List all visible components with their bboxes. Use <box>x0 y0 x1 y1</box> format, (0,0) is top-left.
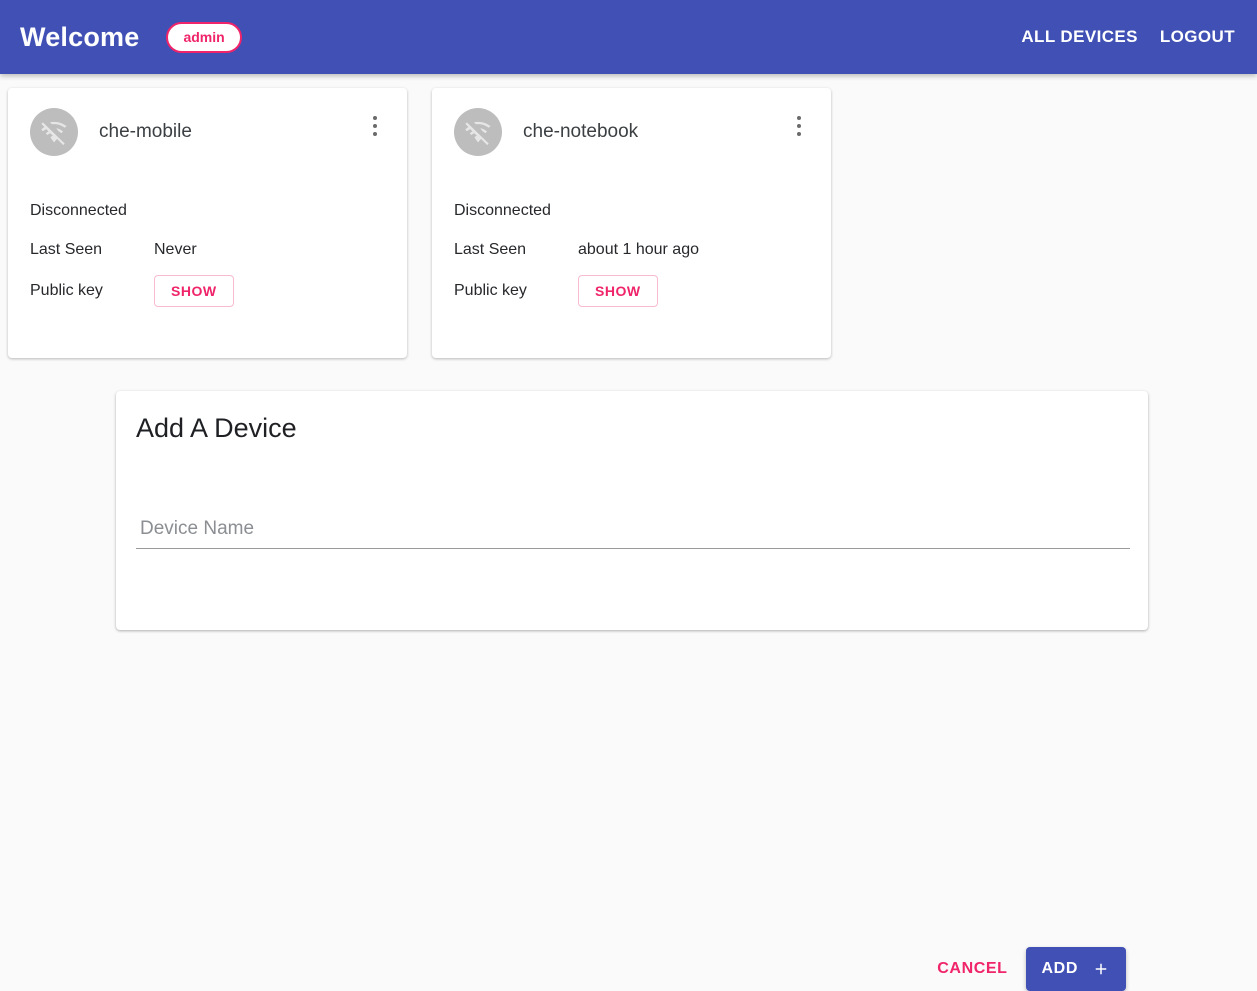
nav-link-all-devices[interactable]: ALL DEVICES <box>1021 27 1138 47</box>
show-public-key-button[interactable]: SHOW <box>578 275 658 307</box>
wifi-off-icon <box>30 108 78 156</box>
public-key-label: Public key <box>454 282 527 299</box>
user-role-badge[interactable]: admin <box>166 21 242 53</box>
kebab-dot <box>373 132 377 136</box>
wifi-off-icon <box>454 108 502 156</box>
last-seen-label: Last Seen <box>30 241 103 258</box>
device-card-body: Disconnected Last Seen Never Public key … <box>8 202 407 307</box>
kebab-dot <box>797 132 801 136</box>
device-card-list: che-mobile Disconnected Last Seen Never … <box>8 88 831 358</box>
device-card-body: Disconnected Last Seen about 1 hour ago … <box>432 202 831 307</box>
kebab-dot <box>373 124 377 128</box>
last-seen-row: Last Seen Never <box>30 239 385 261</box>
add-device-panel: Add A Device CANCEL ADD <box>116 391 1148 991</box>
device-card[interactable]: che-mobile Disconnected Last Seen Never … <box>8 88 407 358</box>
device-name: che-mobile <box>99 121 192 142</box>
add-device-title: Add A Device <box>136 413 297 443</box>
kebab-dot <box>797 124 801 128</box>
app-header: Welcome admin ALL DEVICES LOGOUT <box>0 0 1257 74</box>
nav-link-logout[interactable]: LOGOUT <box>1160 27 1235 47</box>
public-key-row: Public key SHOW <box>30 275 385 307</box>
more-options-icon[interactable] <box>787 114 811 138</box>
public-key-label: Public key <box>30 282 103 299</box>
device-name-field-wrap <box>136 518 1130 549</box>
device-card-header: che-mobile <box>8 88 407 156</box>
header-left-group: Welcome admin <box>0 21 242 53</box>
public-key-row: Public key SHOW <box>454 275 809 307</box>
kebab-dot <box>797 116 801 120</box>
device-card[interactable]: che-notebook Disconnected Last Seen abou… <box>432 88 831 358</box>
header-nav: ALL DEVICES LOGOUT <box>1021 27 1257 47</box>
page-title: Welcome <box>20 21 140 52</box>
device-name-input[interactable] <box>136 518 1130 549</box>
kebab-dot <box>373 116 377 120</box>
more-options-icon[interactable] <box>363 114 387 138</box>
device-name: che-notebook <box>523 121 639 142</box>
add-device-actions: CANCEL ADD <box>931 947 1126 991</box>
last-seen-label: Last Seen <box>454 241 527 258</box>
plus-icon <box>1092 960 1110 978</box>
show-public-key-button[interactable]: SHOW <box>154 275 234 307</box>
last-seen-value: Never <box>154 241 197 258</box>
last-seen-row: Last Seen about 1 hour ago <box>454 239 809 261</box>
cancel-button[interactable]: CANCEL <box>931 950 1013 988</box>
add-button[interactable]: ADD <box>1025 947 1126 991</box>
device-status: Disconnected <box>454 202 551 219</box>
device-status: Disconnected <box>30 202 127 219</box>
device-card-header: che-notebook <box>432 88 831 156</box>
last-seen-value: about 1 hour ago <box>578 241 699 258</box>
add-button-label: ADD <box>1041 960 1078 977</box>
